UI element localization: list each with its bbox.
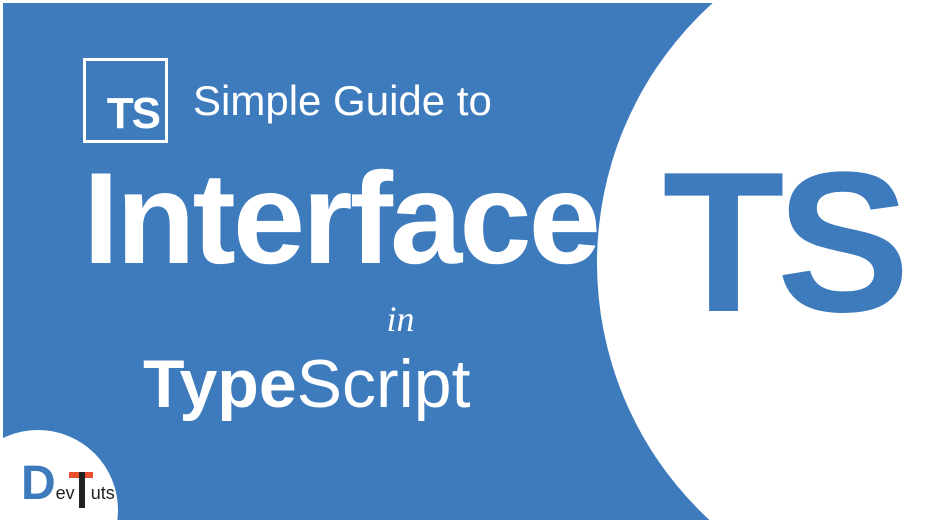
badge-text: TS xyxy=(107,92,159,136)
connector-text: in xyxy=(203,298,598,340)
promo-banner: TS TS Simple Guide to Interface in TypeS… xyxy=(3,3,927,520)
logo-letter-t-icon xyxy=(73,466,91,508)
main-title: Interface xyxy=(83,153,598,283)
logo-text-uts: uts xyxy=(91,483,115,504)
devtuts-logo: D ev uts xyxy=(21,460,115,508)
header-row: TS Simple Guide to xyxy=(83,58,598,143)
content-area: TS Simple Guide to Interface in TypeScri… xyxy=(83,58,598,423)
typescript-wordmark: TypeScript xyxy=(143,345,598,423)
typescript-badge-icon: TS xyxy=(83,58,168,143)
subtitle-text: Simple Guide to xyxy=(193,77,492,125)
brand-light-part: Script xyxy=(297,346,471,422)
typescript-big-logo: TS xyxy=(662,143,902,343)
logo-letter-d: D xyxy=(21,460,56,508)
brand-bold-part: Type xyxy=(143,346,297,422)
